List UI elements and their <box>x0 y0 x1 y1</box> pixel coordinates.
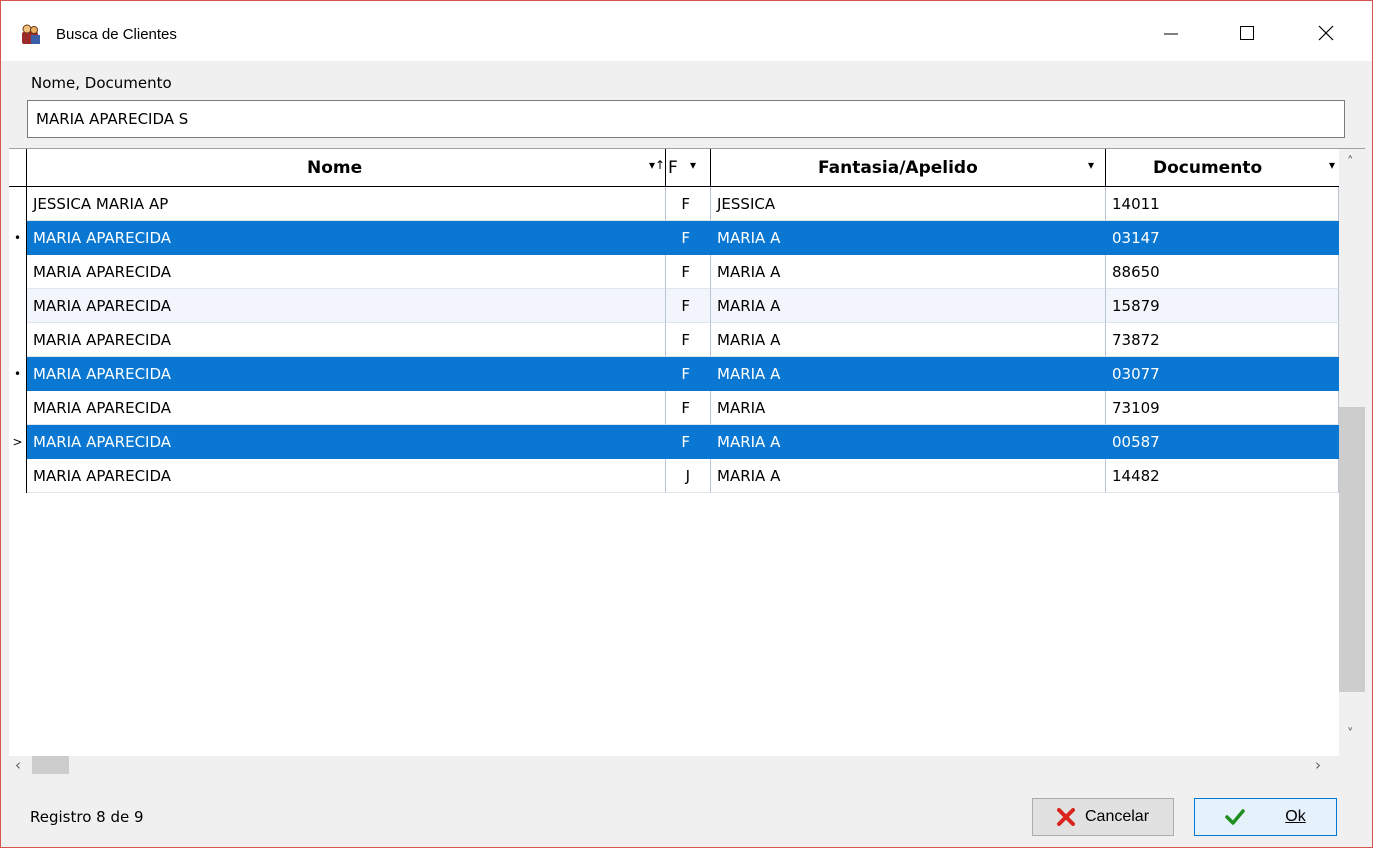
column-header-documento[interactable]: Documento ▾ <box>1106 149 1339 187</box>
cell-fantasia: MARIA A <box>711 289 1106 323</box>
table-row[interactable]: MARIA APARECIDA F MARIA A 73872 <box>9 323 1339 357</box>
cell-nome: MARIA APARECIDA <box>27 459 666 493</box>
table-row[interactable]: > MARIA APARECIDA F MARIA A 00587 <box>9 425 1339 459</box>
cell-documento: 73109 <box>1106 391 1339 425</box>
table-row[interactable]: • MARIA APARECIDA F MARIA A 03147 <box>9 221 1339 255</box>
scroll-right-icon[interactable]: › <box>1315 756 1321 774</box>
table-row[interactable]: MARIA APARECIDA F MARIA A 15879 <box>9 289 1339 323</box>
column-header-documento-label: Documento <box>1153 158 1263 178</box>
cell-fantasia: MARIA <box>711 391 1106 425</box>
checkmark-icon <box>1225 809 1246 825</box>
cell-f: F <box>666 221 711 255</box>
cell-nome: MARIA APARECIDA <box>27 255 666 289</box>
vertical-scrollbar[interactable]: ˄ ˅ <box>1339 149 1365 757</box>
maximize-icon <box>1240 26 1254 40</box>
column-header-fantasia[interactable]: Fantasia/Apelido ▾ <box>711 149 1106 187</box>
cell-documento: 14482 <box>1106 459 1339 493</box>
indicator-header <box>9 149 27 187</box>
cell-documento: 88650 <box>1106 255 1339 289</box>
column-header-f[interactable]: F ▾ <box>666 149 711 187</box>
cell-nome: MARIA APARECIDA <box>27 357 666 391</box>
row-indicator: • <box>9 357 27 391</box>
cell-fantasia: MARIA A <box>711 459 1106 493</box>
column-header-fantasia-label: Fantasia/Apelido <box>818 158 978 178</box>
table-row[interactable]: MARIA APARECIDA J MARIA A 14482 <box>9 459 1339 493</box>
search-input[interactable] <box>27 100 1345 138</box>
cell-f: J <box>666 459 711 493</box>
cell-fantasia: JESSICA <box>711 187 1106 221</box>
cell-nome: MARIA APARECIDA <box>27 391 666 425</box>
cell-f: F <box>666 187 711 221</box>
cell-nome: MARIA APARECIDA <box>27 221 666 255</box>
row-indicator: • <box>9 221 27 255</box>
window-title: Busca de Clientes <box>56 26 177 43</box>
column-header-nome-label: Nome <box>307 158 363 178</box>
horizontal-scroll-thumb[interactable] <box>32 756 69 774</box>
row-indicator <box>9 323 27 357</box>
column-header-nome[interactable]: Nome ▾↑ <box>27 149 666 187</box>
cell-fantasia: MARIA A <box>711 323 1106 357</box>
minimize-button[interactable] <box>1148 15 1194 51</box>
app-icon <box>19 23 43 47</box>
filter-dropdown-icon[interactable]: ▾ <box>690 158 696 172</box>
scroll-down-icon[interactable]: ˅ <box>1347 727 1354 742</box>
column-header-f-label: F <box>668 158 678 178</box>
cell-fantasia: MARIA A <box>711 357 1106 391</box>
cell-fantasia: MARIA A <box>711 255 1106 289</box>
cancel-button[interactable]: Cancelar <box>1032 798 1174 836</box>
table-row[interactable]: • MARIA APARECIDA F MARIA A 03077 <box>9 357 1339 391</box>
ok-button-label: Ok <box>1285 808 1306 825</box>
cell-documento: 00587 <box>1106 425 1339 459</box>
cell-nome: MARIA APARECIDA <box>27 289 666 323</box>
table-row[interactable]: MARIA APARECIDA F MARIA A 88650 <box>9 255 1339 289</box>
cell-documento: 03147 <box>1106 221 1339 255</box>
scroll-up-icon[interactable]: ˄ <box>1347 155 1354 170</box>
cancel-x-icon <box>1056 808 1075 826</box>
cell-f: F <box>666 391 711 425</box>
cell-documento: 14011 <box>1106 187 1339 221</box>
maximize-button[interactable] <box>1224 15 1270 51</box>
title-bar: Busca de Clientes <box>1 1 1372 61</box>
busca-clientes-window: Busca de Clientes Nome, Documento Nome ▾… <box>0 0 1373 848</box>
close-button[interactable] <box>1303 15 1349 51</box>
filter-dropdown-icon[interactable]: ▾ <box>1088 158 1094 172</box>
table-row[interactable]: JESSICA MARIA AP F JESSICA 14011 <box>9 187 1339 221</box>
search-label: Nome, Documento <box>31 74 172 92</box>
cell-nome: JESSICA MARIA AP <box>27 187 666 221</box>
cell-nome: MARIA APARECIDA <box>27 425 666 459</box>
cell-f: F <box>666 289 711 323</box>
row-indicator: > <box>9 425 27 459</box>
vertical-scroll-thumb[interactable] <box>1339 407 1365 692</box>
clients-grid: Nome ▾↑ F ▾ Fantasia/Apelido ▾ Documento… <box>9 148 1365 774</box>
cell-nome: MARIA APARECIDA <box>27 323 666 357</box>
close-icon <box>1318 25 1334 41</box>
cell-documento: 73872 <box>1106 323 1339 357</box>
row-indicator <box>9 391 27 425</box>
cell-fantasia: MARIA A <box>711 425 1106 459</box>
cell-f: F <box>666 255 711 289</box>
table-row[interactable]: MARIA APARECIDA F MARIA 73109 <box>9 391 1339 425</box>
cell-documento: 15879 <box>1106 289 1339 323</box>
ok-button[interactable]: Ok <box>1194 798 1337 836</box>
row-indicator <box>9 459 27 493</box>
cell-f: F <box>666 357 711 391</box>
row-indicator <box>9 289 27 323</box>
minimize-icon <box>1164 33 1178 35</box>
row-indicator <box>9 187 27 221</box>
filter-dropdown-icon[interactable]: ▾ <box>1329 158 1335 172</box>
scroll-left-icon[interactable]: ‹ <box>15 756 21 774</box>
cell-f: F <box>666 323 711 357</box>
cancel-button-label: Cancelar <box>1084 808 1150 825</box>
record-status: Registro 8 de 9 <box>30 808 144 826</box>
horizontal-scrollbar[interactable]: ‹ › <box>9 756 1365 774</box>
sort-asc-icon[interactable]: ▾↑ <box>649 158 665 172</box>
cell-documento: 03077 <box>1106 357 1339 391</box>
row-indicator <box>9 255 27 289</box>
cell-fantasia: MARIA A <box>711 221 1106 255</box>
cell-f: F <box>666 425 711 459</box>
